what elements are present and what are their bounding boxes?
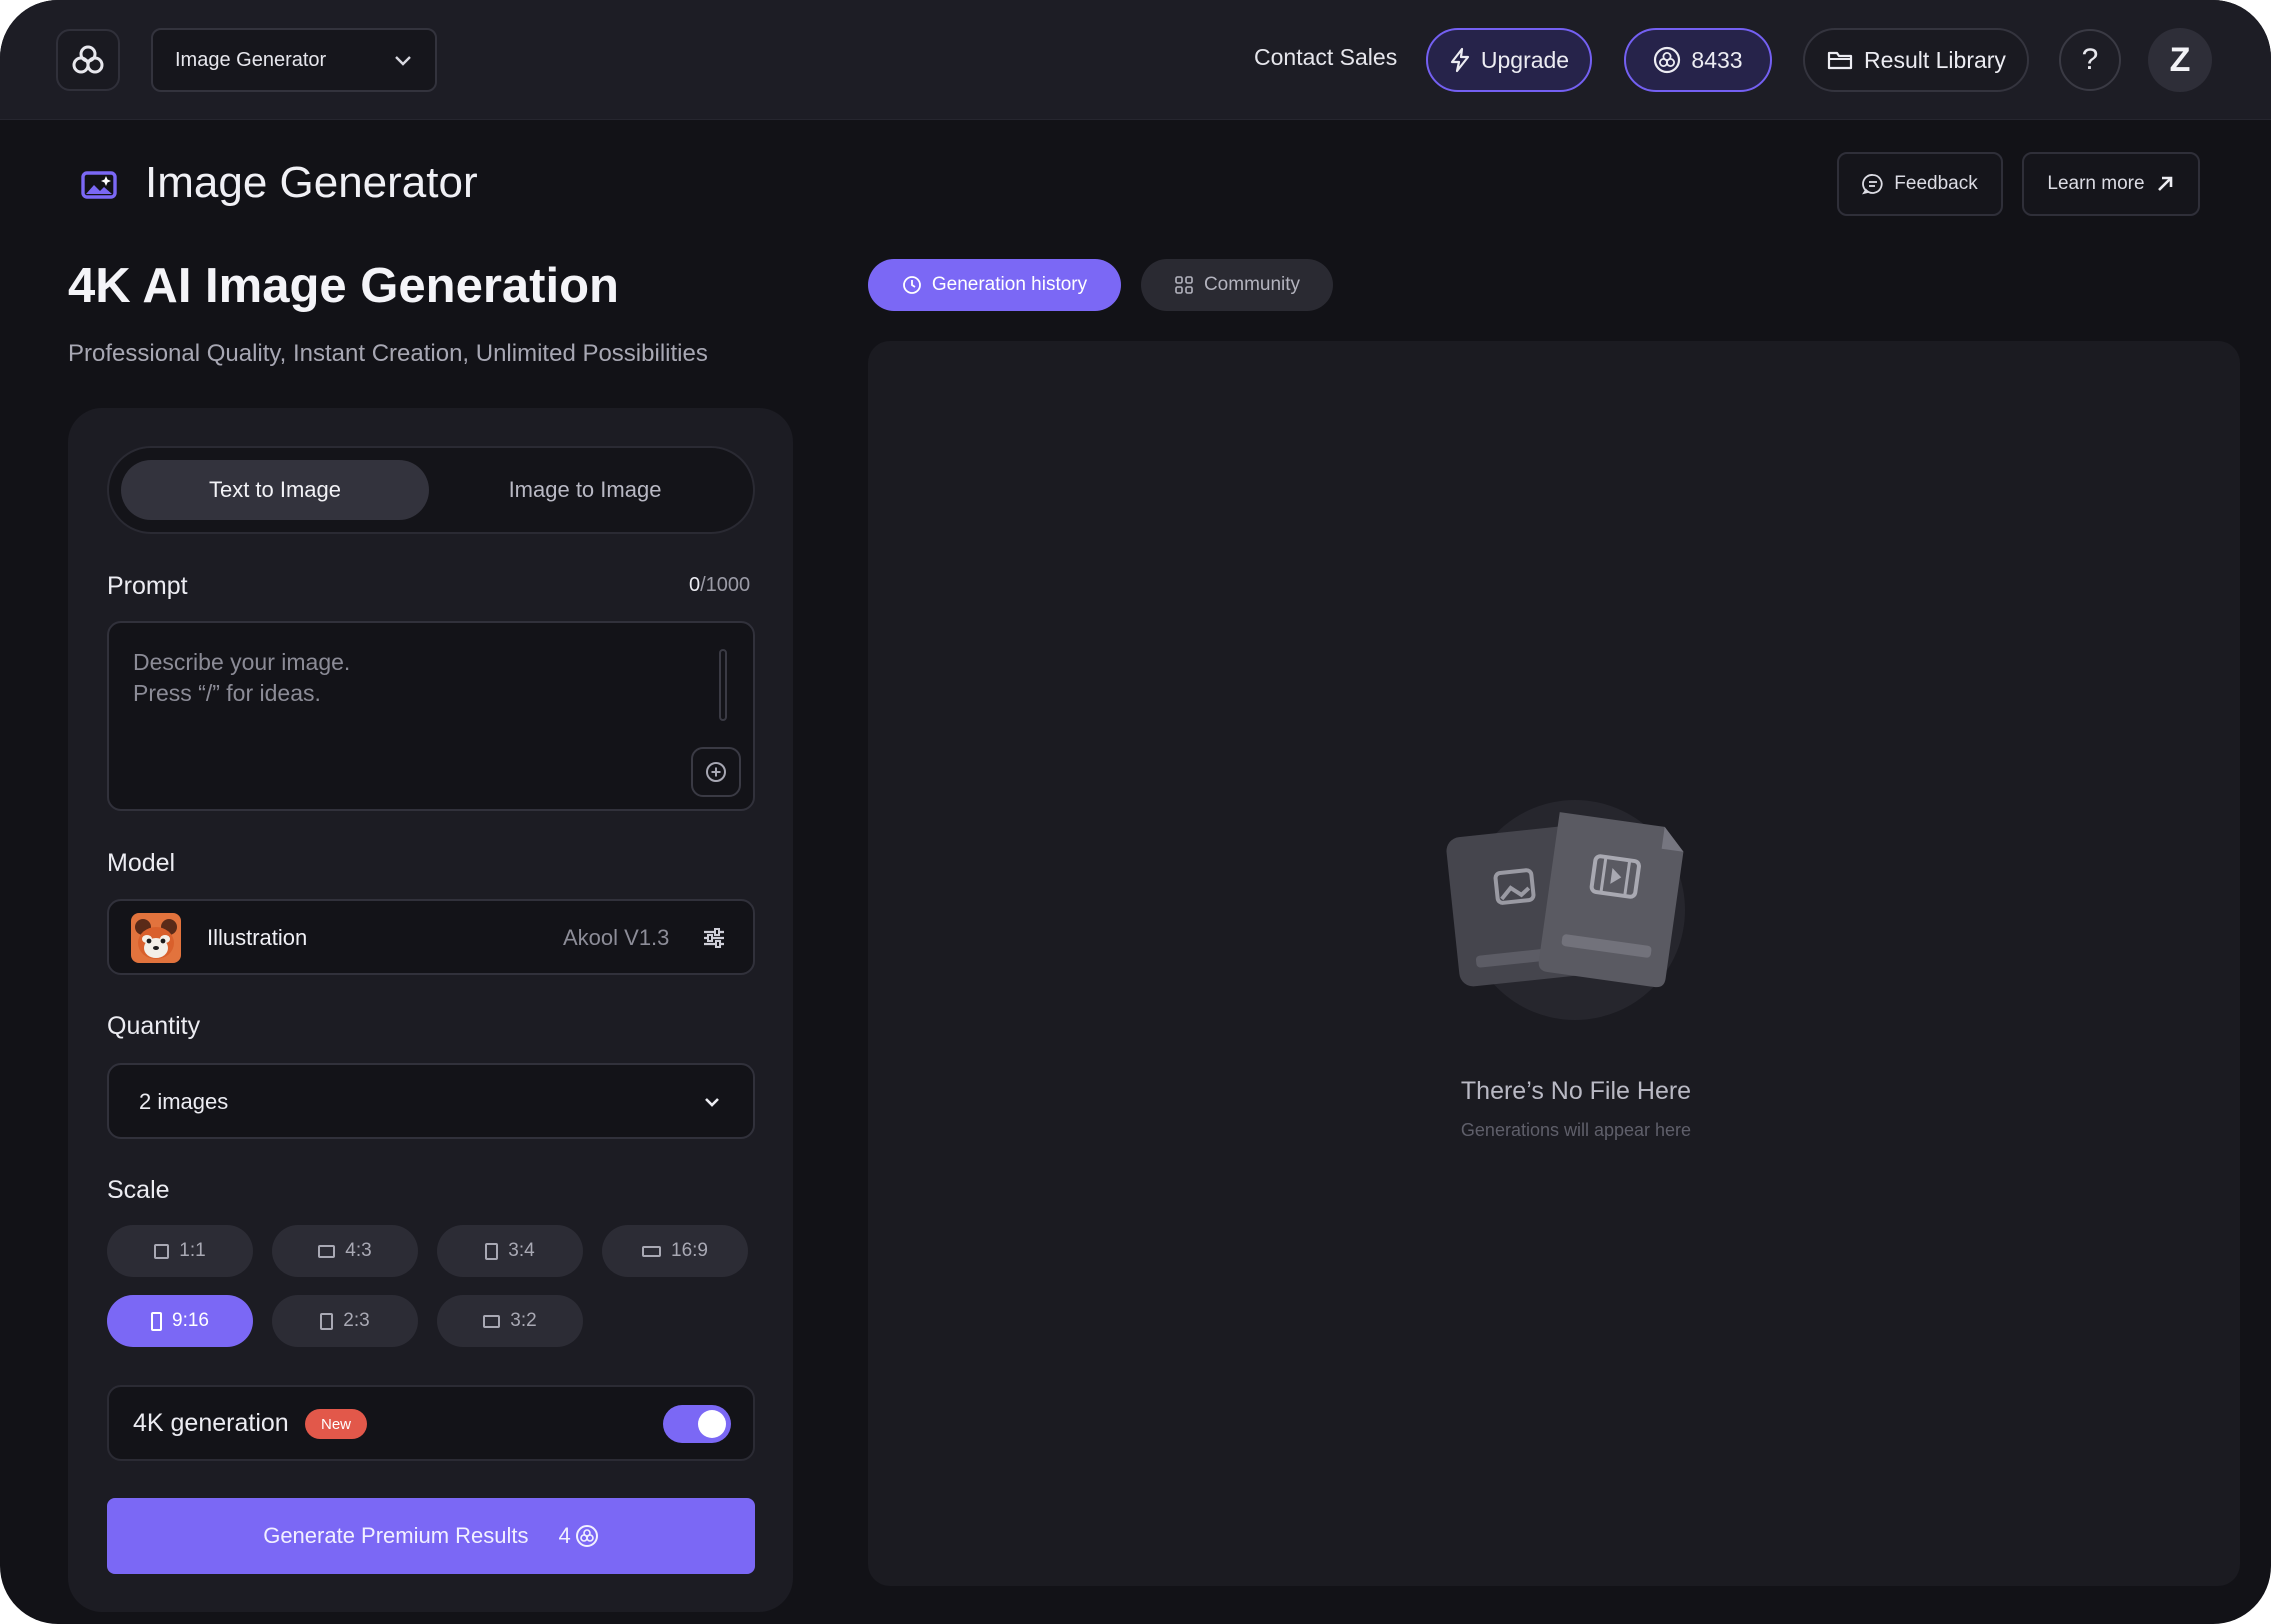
user-avatar[interactable]: Z (2148, 28, 2212, 92)
model-label: Model (107, 849, 176, 877)
prompt-char-count: 0 (689, 574, 701, 596)
app-selector-dropdown[interactable]: Image Generator (151, 28, 437, 92)
prompt-char-max: /1000 (700, 574, 751, 596)
scale-option-4-3[interactable]: 4:3 (272, 1225, 418, 1277)
quantity-label: Quantity (107, 1012, 201, 1040)
toggle-knob (698, 1410, 726, 1438)
avatar-initial: Z (2169, 40, 2191, 79)
prompt-label: Prompt (107, 572, 188, 600)
app-window: Image Generator Contact Sales Upgrade 84… (0, 0, 2271, 1624)
red-panda-model-thumbnail (131, 913, 181, 963)
app-selector-label: Image Generator (175, 48, 327, 71)
4k-generation-row: 4K generation New (107, 1385, 755, 1461)
plus-circle-icon (706, 762, 726, 782)
portrait-aspect-icon (320, 1312, 334, 1330)
landscape-aspect-icon (318, 1244, 336, 1258)
scale-label: Scale (107, 1176, 170, 1204)
tab-community-label: Community (1203, 274, 1301, 295)
mode-segmented-control: Text to Image Image to Image (107, 446, 755, 534)
prompt-textarea[interactable]: Describe your image. Press “/” for ideas… (107, 621, 755, 811)
folder-icon (1827, 51, 1853, 70)
quantity-value: 2 images (139, 1089, 229, 1114)
learn-more-button[interactable]: Learn more (2022, 152, 2200, 216)
new-badge: New (305, 1409, 367, 1439)
scale-option-label: 4:3 (345, 1240, 372, 1261)
scale-option-16-9[interactable]: 16:9 (602, 1225, 748, 1277)
help-icon: ? (2081, 43, 2099, 76)
lightning-icon (1450, 47, 1469, 73)
tab-image-to-image[interactable]: Image to Image (431, 460, 739, 520)
scale-option-label: 3:2 (510, 1310, 537, 1331)
scale-option-2-3[interactable]: 2:3 (272, 1295, 418, 1347)
model-name: Illustration (207, 925, 308, 950)
scale-option-9-16[interactable]: 9:16 (107, 1295, 253, 1347)
model-selector[interactable]: Illustration Akool V1.3 (107, 899, 755, 975)
scale-option-label: 3:4 (508, 1240, 535, 1261)
tab-text-to-image[interactable]: Text to Image (121, 460, 429, 520)
4k-generation-label: 4K generation (133, 1409, 289, 1437)
quantity-dropdown[interactable]: 2 images (107, 1063, 755, 1139)
tall-aspect-icon (151, 1311, 162, 1331)
generate-cost: 4 (559, 1523, 599, 1549)
brand-knot-icon (72, 45, 104, 74)
empty-files-illustration (1446, 800, 1685, 1020)
tab-community[interactable]: Community (1141, 259, 1333, 311)
generate-button[interactable]: Generate Premium Results 4 (107, 1498, 755, 1574)
generate-cost-value: 4 (558, 1523, 571, 1548)
credit-coin-icon (1654, 46, 1681, 74)
scale-option-3-2[interactable]: 3:2 (437, 1295, 583, 1347)
result-library-button[interactable]: Result Library (1803, 28, 2029, 92)
generate-label: Generate Premium Results (263, 1523, 529, 1548)
feedback-button[interactable]: Feedback (1837, 152, 2003, 216)
scale-option-1-1[interactable]: 1:1 (107, 1225, 253, 1277)
upgrade-button[interactable]: Upgrade (1426, 28, 1592, 92)
help-button[interactable]: ? (2059, 29, 2121, 91)
tab-generation-history-label: Generation history (931, 274, 1088, 295)
chevron-down-icon (705, 1098, 719, 1107)
hero-headline: 4K AI Image Generation (68, 259, 619, 313)
scale-option-label: 16:9 (671, 1240, 708, 1261)
grid-icon (1175, 276, 1193, 294)
chat-bubble-icon (1862, 174, 1883, 195)
result-library-label: Result Library (1864, 46, 2006, 73)
landscape-aspect-icon (483, 1314, 501, 1328)
credits-button[interactable]: 8433 (1624, 28, 1772, 92)
scale-option-label: 1:1 (179, 1240, 206, 1261)
page-title: Image Generator (145, 158, 478, 207)
chevron-down-icon (395, 56, 411, 66)
scale-option-3-4[interactable]: 3:4 (437, 1225, 583, 1277)
hero-subline: Professional Quality, Instant Creation, … (68, 340, 708, 367)
prompt-placeholder: Describe your image. Press “/” for ideas… (133, 649, 351, 706)
model-version: Akool V1.3 (563, 925, 670, 950)
portrait-aspect-icon (485, 1242, 499, 1260)
upgrade-label: Upgrade (1480, 46, 1570, 73)
top-bar: Image Generator Contact Sales Upgrade 84… (0, 0, 2271, 120)
credits-count: 8433 (1691, 46, 1743, 73)
scale-option-label: 2:3 (343, 1310, 370, 1331)
sliders-icon[interactable] (701, 925, 727, 951)
contact-sales-link[interactable]: Contact Sales (1254, 44, 1397, 71)
arrow-up-right-icon (2157, 176, 2172, 191)
scale-option-label: 9:16 (172, 1310, 209, 1331)
4k-generation-toggle[interactable] (663, 1405, 731, 1443)
tab-generation-history[interactable]: Generation history (868, 259, 1121, 311)
credit-coin-icon (575, 1525, 598, 1547)
wide-aspect-icon (642, 1245, 661, 1257)
brand-logo-button[interactable] (56, 29, 120, 91)
prompt-scrollbar[interactable] (719, 649, 727, 721)
image-generator-icon (81, 171, 117, 199)
prompt-char-counter: 0/1000 (689, 574, 750, 597)
learn-more-label: Learn more (2047, 173, 2145, 194)
clock-icon (902, 276, 921, 294)
square-aspect-icon (154, 1243, 170, 1259)
prompt-enhance-button[interactable] (691, 747, 741, 797)
feedback-label: Feedback (1894, 173, 1978, 194)
